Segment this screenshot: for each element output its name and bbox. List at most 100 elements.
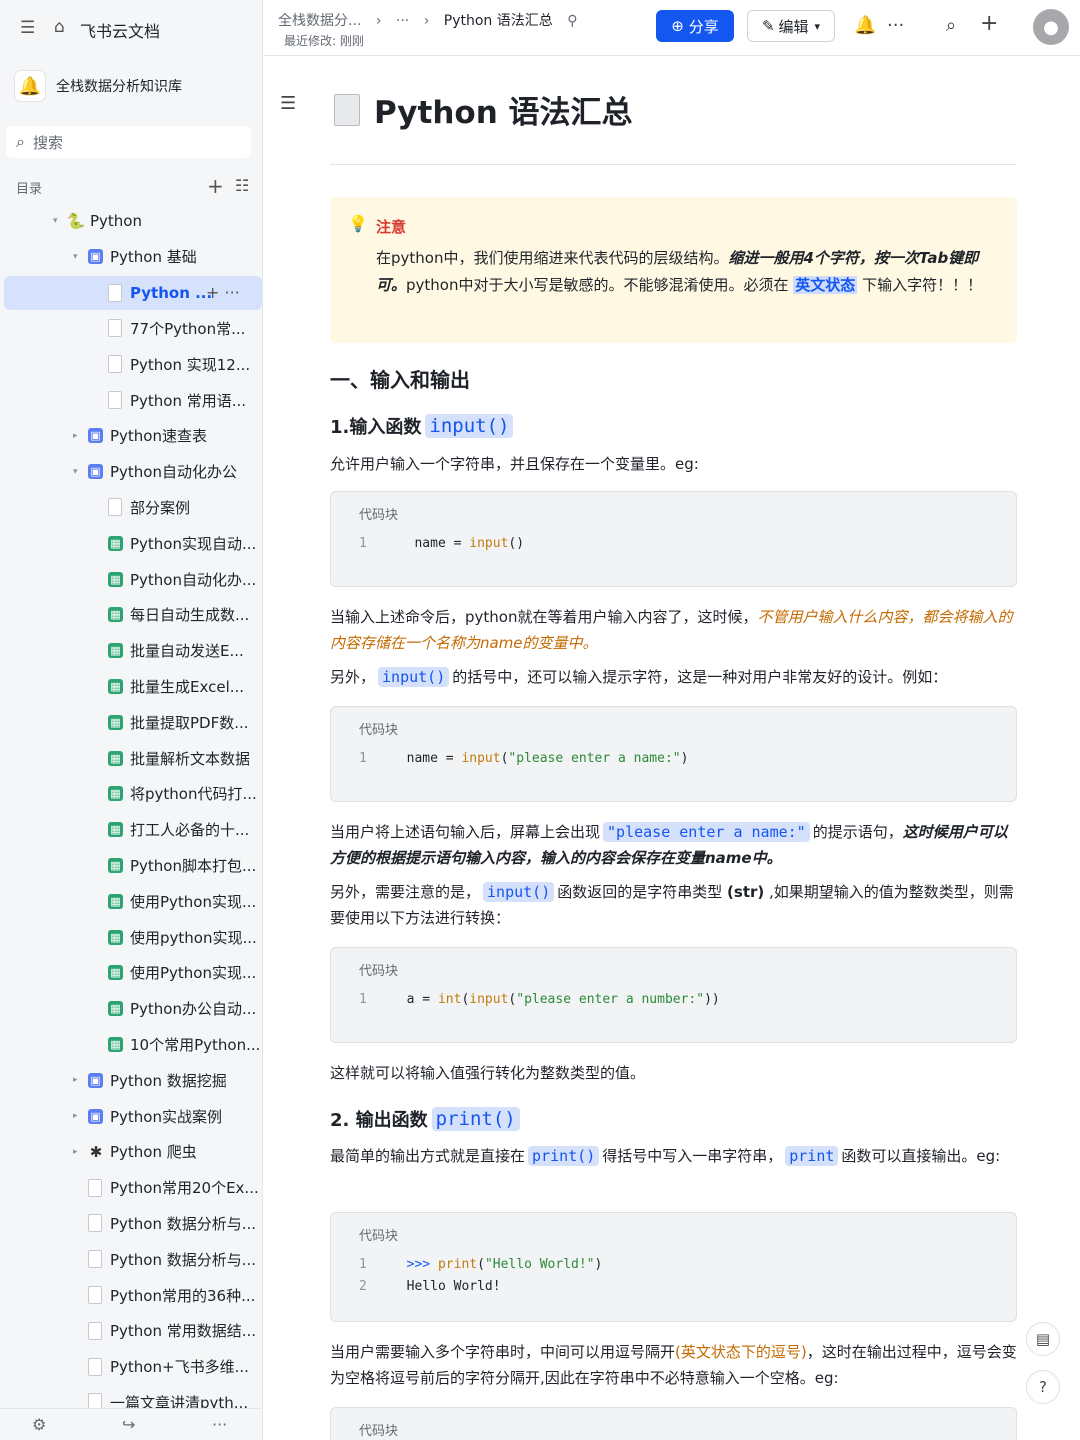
doc-icon <box>88 1321 102 1340</box>
caret-right-icon[interactable]: ▸ <box>73 1147 78 1157</box>
tree-item-label: Python办公自动... <box>130 1000 257 1019</box>
tree-item[interactable]: ▦ Python实现自动... <box>4 526 262 560</box>
tree-item[interactable]: ▦ 每日自动生成数... <box>4 598 262 632</box>
tree-item[interactable]: 77个Python常... <box>4 311 262 345</box>
search-icon[interactable]: ⌕ <box>946 15 956 36</box>
sheet-icon: ▦ <box>108 822 123 838</box>
code-block[interactable]: 代码块 1 a = int(input("please enter a numb… <box>330 947 1017 1043</box>
avatar[interactable]: ● <box>1033 9 1069 45</box>
search-box[interactable]: ⌕ 搜索 <box>6 126 251 158</box>
caret-right-icon[interactable]: ▸ <box>73 1075 78 1085</box>
tree-item-label: Python ... <box>130 283 213 302</box>
add-icon[interactable]: + <box>980 11 998 36</box>
tree-item[interactable]: Python常用20个Ex... <box>4 1171 262 1205</box>
sheet-icon: ▦ <box>108 714 123 730</box>
sheet-icon: ▦ <box>108 1001 123 1017</box>
tree-item[interactable]: ▦ Python办公自动... <box>4 992 262 1026</box>
sheet-icon: ▦ <box>108 929 123 945</box>
paragraph: 另外， input() 的括号中，还可以输入提示字符，这是一种对用户非常友好的设计。… <box>330 664 1020 690</box>
tree-item[interactable]: ▦ 批量自动发送E... <box>4 634 262 668</box>
notification-bell-icon[interactable]: 🔔 <box>854 15 876 36</box>
tree-item-label: 10个常用Python... <box>130 1035 261 1054</box>
tree-item[interactable]: ▾ ▣ Python自动化办公 <box>4 455 262 489</box>
more-icon[interactable]: ··· <box>212 1415 227 1434</box>
home-icon[interactable]: ⌂ <box>54 17 65 37</box>
heading-input-function: 1.输入函数 input() <box>330 413 514 439</box>
callout-note[interactable]: 💡 注意 在python中，我们使用缩进来代表代码的层级结构。缩进一般用4个字符… <box>330 197 1017 343</box>
tree-item[interactable]: ▦ 打工人必备的十... <box>4 813 262 847</box>
pin-icon[interactable]: ⚲ <box>567 13 577 29</box>
tree-item[interactable]: ▦ Python脚本打包... <box>4 848 262 882</box>
share-button[interactable]: ⊕ 分享 <box>656 10 734 42</box>
knowledge-base-header[interactable]: 🔔 全栈数据分析知识库 <box>14 70 182 102</box>
breadcrumb-root[interactable]: 全栈数据分... <box>278 13 361 29</box>
tree-item[interactable]: ▦ 批量生成Excel... <box>4 669 262 703</box>
caret-down-icon[interactable]: ▾ <box>53 216 58 226</box>
tree-item-label: 批量自动发送E... <box>130 642 244 661</box>
breadcrumb-separator: › <box>423 13 430 29</box>
caret-right-icon[interactable]: ▸ <box>73 1111 78 1121</box>
code-line: 1 a = int(input("please enter a number:"… <box>359 992 720 1007</box>
tree-item-actions[interactable]: + ··· <box>206 283 240 302</box>
tree-item[interactable]: ▦ Python自动化办... <box>4 562 262 596</box>
edit-button[interactable]: ✎ 编辑 ▾ <box>747 10 835 42</box>
help-icon[interactable]: ? <box>1026 1370 1060 1404</box>
tree-item[interactable]: ▾ ▣ Python 基础 <box>4 240 262 274</box>
tree-item[interactable]: Python 数据分析与... <box>4 1242 262 1276</box>
page-title[interactable]: Python 语法汇总 <box>374 87 633 132</box>
tree-item-label: Python实现自动... <box>130 534 257 553</box>
breadcrumb-more[interactable]: ··· <box>396 13 409 29</box>
caret-down-icon[interactable]: ▾ <box>73 467 78 477</box>
tree-item[interactable]: ▸ ▣ Python实战案例 <box>4 1099 262 1133</box>
tree-item[interactable]: ▸ ✱ Python 爬虫 <box>4 1135 262 1169</box>
tree-item-label: Python 基础 <box>110 248 197 267</box>
tree-item[interactable]: Python ... + ··· <box>4 275 262 310</box>
code-block[interactable]: 代码块 1 >>> print("Hello World!") 2 Hello … <box>330 1212 1017 1322</box>
app-title[interactable]: 飞书云文档 <box>80 18 160 42</box>
tree-item[interactable]: ▦ 10个常用Python... <box>4 1027 262 1061</box>
doc-icon <box>88 1286 102 1304</box>
tree-item[interactable]: ▦ 批量提取PDF数... <box>4 705 262 739</box>
share-out-icon[interactable]: ↪ <box>122 1415 135 1434</box>
code-block[interactable]: 代码块 1 name = input() <box>330 491 1017 587</box>
collapse-sidebar-icon[interactable]: ☰ <box>20 18 35 38</box>
tree-item[interactable]: Python 数据分析与... <box>4 1206 262 1240</box>
tree-item-label: 使用Python实现... <box>130 892 257 911</box>
list-icon[interactable]: ☷ <box>235 176 249 195</box>
comment-icon[interactable]: ▤ <box>1026 1322 1060 1356</box>
doc-icon <box>88 1250 102 1269</box>
tree-item[interactable]: ▾ 🐍 Python <box>4 204 262 238</box>
code-block[interactable]: 代码块 1 name = input("please enter a name:… <box>330 706 1017 802</box>
tree-item-label: Python速查表 <box>110 427 207 446</box>
tree-item[interactable]: ▦ 使用python实现... <box>4 920 262 954</box>
tree-item[interactable]: ▸ ▣ Python 数据挖掘 <box>4 1063 262 1097</box>
tree-item[interactable]: Python 常用语... <box>4 383 262 417</box>
tree-item[interactable]: Python+飞书多维... <box>4 1350 262 1384</box>
tree-item[interactable]: ▦ 批量解析文本数据 <box>4 741 262 775</box>
tree-item[interactable]: Python 常用数据结... <box>4 1314 262 1348</box>
add-icon[interactable]: + <box>207 174 224 198</box>
tree-item[interactable]: ▦ 将python代码打... <box>4 777 262 811</box>
paragraph-text: 的括号中，还可以输入提示字符，这是一种对用户非常友好的设计。例如： <box>452 668 948 686</box>
sheet-icon: ▦ <box>108 1036 123 1052</box>
tree-item[interactable]: 部分案例 <box>4 490 262 524</box>
inline-code: input() <box>483 882 555 902</box>
tree-item[interactable]: ▸ ▣ Python速查表 <box>4 419 262 453</box>
wiki-icon: ▣ <box>88 1108 103 1124</box>
code-block[interactable]: 代码块 <box>330 1407 1017 1440</box>
caret-right-icon[interactable]: ▸ <box>73 431 78 441</box>
caret-down-icon[interactable]: ▾ <box>73 252 78 262</box>
code-block-label: 代码块 <box>359 964 399 979</box>
last-modified: 最近修改: 刚刚 <box>284 34 364 48</box>
tree-item[interactable]: ▦ 使用Python实现... <box>4 956 262 990</box>
tree-item[interactable]: ▦ 使用Python实现... <box>4 884 262 918</box>
tree-item[interactable]: Python常用的36种... <box>4 1278 262 1312</box>
heading-output-function: 2. 输出函数 print() <box>330 1106 520 1132</box>
outline-icon[interactable]: ☰ <box>280 93 296 114</box>
tree-item[interactable]: Python 实现12... <box>4 347 262 381</box>
sheet-icon: ▦ <box>108 750 123 766</box>
settings-icon[interactable]: ⚙ <box>32 1415 46 1434</box>
more-options-icon[interactable]: ··· <box>887 15 904 36</box>
paragraph-text: 当输入上述命令后，python就在等着用户输入内容了，这时候， <box>330 608 758 626</box>
wiki-icon: ▣ <box>88 249 103 265</box>
